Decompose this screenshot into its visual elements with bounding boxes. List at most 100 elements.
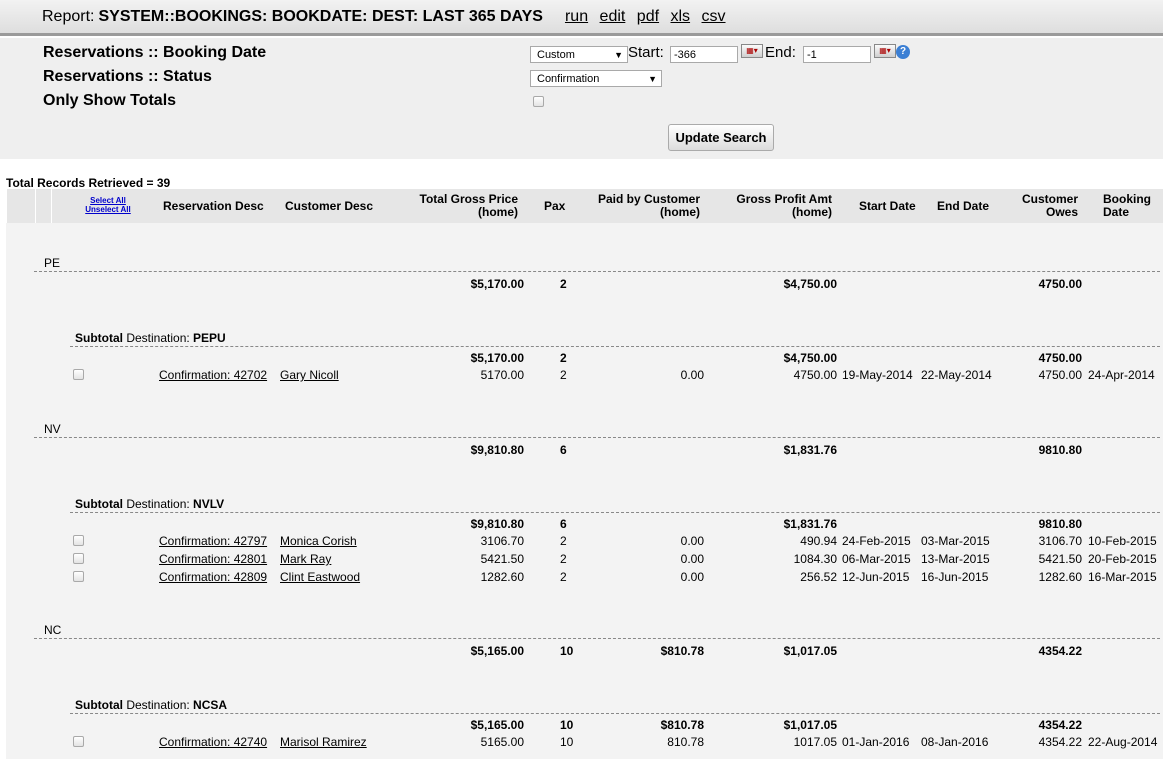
report-title: SYSTEM::BOOKINGS: BOOKDATE: DEST: LAST 3… <box>98 7 543 25</box>
profit-cell: 490.94 <box>800 534 837 548</box>
subtotal-divider <box>70 346 1160 347</box>
search-panel: Reservations :: Booking Date Reservation… <box>0 38 1163 159</box>
gross-price-cell: 3106.70 <box>480 534 524 548</box>
subtotal-label: Subtotal Destination: NVLV <box>75 497 224 511</box>
end-date-cell: 13-Mar-2015 <box>921 552 990 566</box>
owes-cell: 3106.70 <box>1038 534 1082 548</box>
only-totals-checkbox[interactable] <box>533 96 544 107</box>
paid-cell: 0.00 <box>680 570 704 584</box>
date-range-select[interactable]: Custom ▼ <box>530 46 628 63</box>
group-divider <box>34 271 1160 272</box>
row-select-checkbox[interactable] <box>73 369 84 380</box>
reservation-link[interactable]: Confirmation: 42702 <box>159 368 267 382</box>
reservation-link-cell: Confirmation: 42702 <box>159 368 267 382</box>
calendar-icon[interactable]: ▦▾ <box>741 44 763 58</box>
select-all-link[interactable]: Select All <box>80 196 136 205</box>
header-customer-owes[interactable]: Customer Owes <box>1010 193 1078 219</box>
customer-link[interactable]: Monica Corish <box>280 534 357 548</box>
report-body <box>6 223 1163 759</box>
header-gross-profit[interactable]: Gross Profit Amt (home) <box>730 193 832 219</box>
run-link[interactable]: run <box>565 8 588 25</box>
owes-cell: 9810.80 <box>1038 517 1082 531</box>
customer-link[interactable]: Marisol Ramirez <box>280 735 367 749</box>
status-label: Reservations :: Status <box>43 68 212 85</box>
csv-link[interactable]: csv <box>702 8 726 25</box>
customer-link[interactable]: Mark Ray <box>280 552 331 566</box>
records-count: Total Records Retrieved = 39 <box>6 176 171 190</box>
unselect-all-link[interactable]: Unselect All <box>80 205 136 214</box>
only-totals-label: Only Show Totals <box>43 92 177 109</box>
status-select[interactable]: Confirmation ▼ <box>530 70 662 87</box>
row-select-checkbox[interactable] <box>73 736 84 747</box>
paid-cell: 810.78 <box>667 735 704 749</box>
start-date-cell: 06-Mar-2015 <box>842 552 911 566</box>
pax-cell: 2 <box>560 277 567 291</box>
pax-cell: 6 <box>560 517 567 531</box>
reservation-link[interactable]: Confirmation: 42809 <box>159 570 267 584</box>
booking-date-cell: 24-Apr-2014 <box>1088 368 1155 382</box>
header-start-date[interactable]: Start Date <box>859 200 916 213</box>
report-title-bar: Report: SYSTEM::BOOKINGS: BOOKDATE: DEST… <box>0 0 1163 36</box>
subtotal-label: Subtotal Destination: NCSA <box>75 698 227 712</box>
start-date-cell: 12-Jun-2015 <box>842 570 910 584</box>
pax-cell: 2 <box>560 351 567 365</box>
destination-word: Destination: <box>126 698 194 712</box>
end-input[interactable]: -1 <box>803 46 871 63</box>
group-code: NC <box>44 623 62 637</box>
start-date-cell: 24-Feb-2015 <box>842 534 911 548</box>
pax-cell: 10 <box>560 735 574 749</box>
end-date-cell: 08-Jan-2016 <box>921 735 989 749</box>
start-input[interactable]: -366 <box>670 46 738 63</box>
customer-link[interactable]: Clint Eastwood <box>280 570 360 584</box>
edit-link[interactable]: edit <box>600 8 626 25</box>
reservation-link[interactable]: Confirmation: 42797 <box>159 534 267 548</box>
calendar-icon[interactable]: ▦▾ <box>874 44 896 58</box>
update-search-button[interactable]: Update Search <box>668 124 774 151</box>
paid-cell: $810.78 <box>660 718 704 732</box>
reservation-link-cell: Confirmation: 42801 <box>159 552 267 566</box>
reservation-link-cell: Confirmation: 42797 <box>159 534 267 548</box>
pax-cell: 6 <box>560 443 567 457</box>
profit-cell: 1084.30 <box>793 552 837 566</box>
row-select-checkbox[interactable] <box>73 571 84 582</box>
row-select-checkbox[interactable] <box>73 535 84 546</box>
subtotal-divider <box>70 713 1160 714</box>
owes-cell: 4750.00 <box>1038 368 1082 382</box>
gross-price-cell: $5,165.00 <box>470 644 524 658</box>
owes-cell: 4354.22 <box>1038 735 1082 749</box>
header-booking-date[interactable]: Booking Date <box>1103 193 1151 219</box>
group-code: PE <box>44 256 61 270</box>
row-select-checkbox[interactable] <box>73 553 84 564</box>
customer-link-cell: Mark Ray <box>280 552 331 566</box>
pdf-link[interactable]: pdf <box>637 8 659 25</box>
help-icon[interactable]: ? <box>896 45 910 59</box>
booking-date-cell: 20-Feb-2015 <box>1088 552 1157 566</box>
date-range-value: Custom <box>537 49 575 61</box>
subtotal-label: Subtotal Destination: PEPU <box>75 331 226 345</box>
customer-link[interactable]: Gary Nicoll <box>280 368 339 382</box>
gross-price-cell: $9,810.80 <box>470 443 524 457</box>
reservation-link[interactable]: Confirmation: 42740 <box>159 735 267 749</box>
header-reservation-desc[interactable]: Reservation Desc <box>163 200 264 213</box>
header-gross-price[interactable]: Total Gross Price (home) <box>410 193 518 219</box>
header-customer-desc[interactable]: Customer Desc <box>285 200 373 213</box>
owes-cell: 4354.22 <box>1038 718 1082 732</box>
group-code: NV <box>44 422 61 436</box>
chevron-down-icon: ▼ <box>648 74 657 84</box>
pax-cell: 2 <box>560 368 567 382</box>
xls-link[interactable]: xls <box>671 8 691 25</box>
group-divider <box>34 437 1160 438</box>
subtotal-word: Subtotal <box>75 698 127 712</box>
gross-price-cell: $9,810.80 <box>470 517 524 531</box>
header-paid-by-customer[interactable]: Paid by Customer (home) <box>590 193 700 219</box>
start-date-cell: 01-Jan-2016 <box>842 735 910 749</box>
reservation-link[interactable]: Confirmation: 42801 <box>159 552 267 566</box>
header-pax[interactable]: Pax <box>544 200 565 213</box>
owes-cell: 9810.80 <box>1038 443 1082 457</box>
gross-price-cell: 5421.50 <box>480 552 524 566</box>
end-label: End: <box>765 44 796 61</box>
header-end-date[interactable]: End Date <box>937 200 989 213</box>
owes-cell: 1282.60 <box>1038 570 1082 584</box>
group-divider <box>34 638 1160 639</box>
owes-cell: 4354.22 <box>1038 644 1082 658</box>
